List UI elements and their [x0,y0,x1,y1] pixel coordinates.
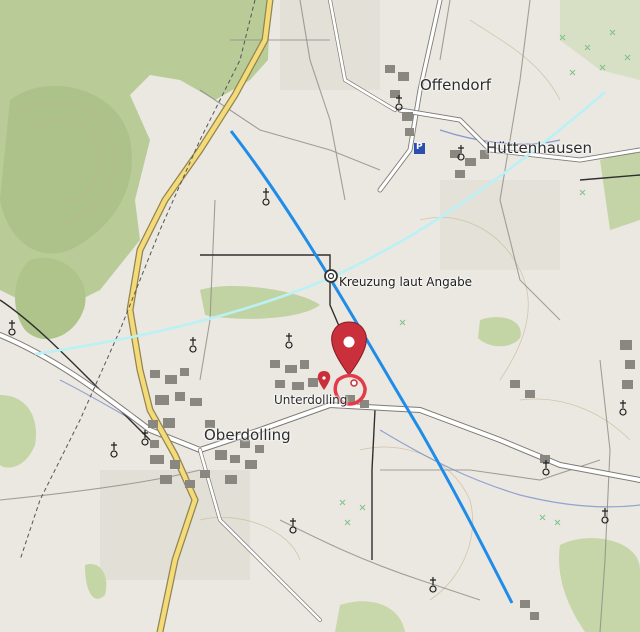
field-patch [280,0,380,90]
place-label-oberdolling: Oberdolling [204,426,291,444]
marker-dot [350,379,358,387]
place-label-unterdolling: Unterdolling [274,393,348,407]
place-label-offendorf: Offendorf [420,76,492,94]
field-patch [440,180,560,270]
marker-circle-icon [324,269,338,283]
map-base[interactable] [0,0,640,632]
map-view[interactable]: Offendorf Hüttenhausen Oberdolling Unter… [0,0,640,632]
parking-label: P [416,142,423,152]
place-label-huttenhausen: Hüttenhausen [486,139,593,157]
marker-label-kreuzung[interactable]: Kreuzung laut Angabe [339,275,472,289]
